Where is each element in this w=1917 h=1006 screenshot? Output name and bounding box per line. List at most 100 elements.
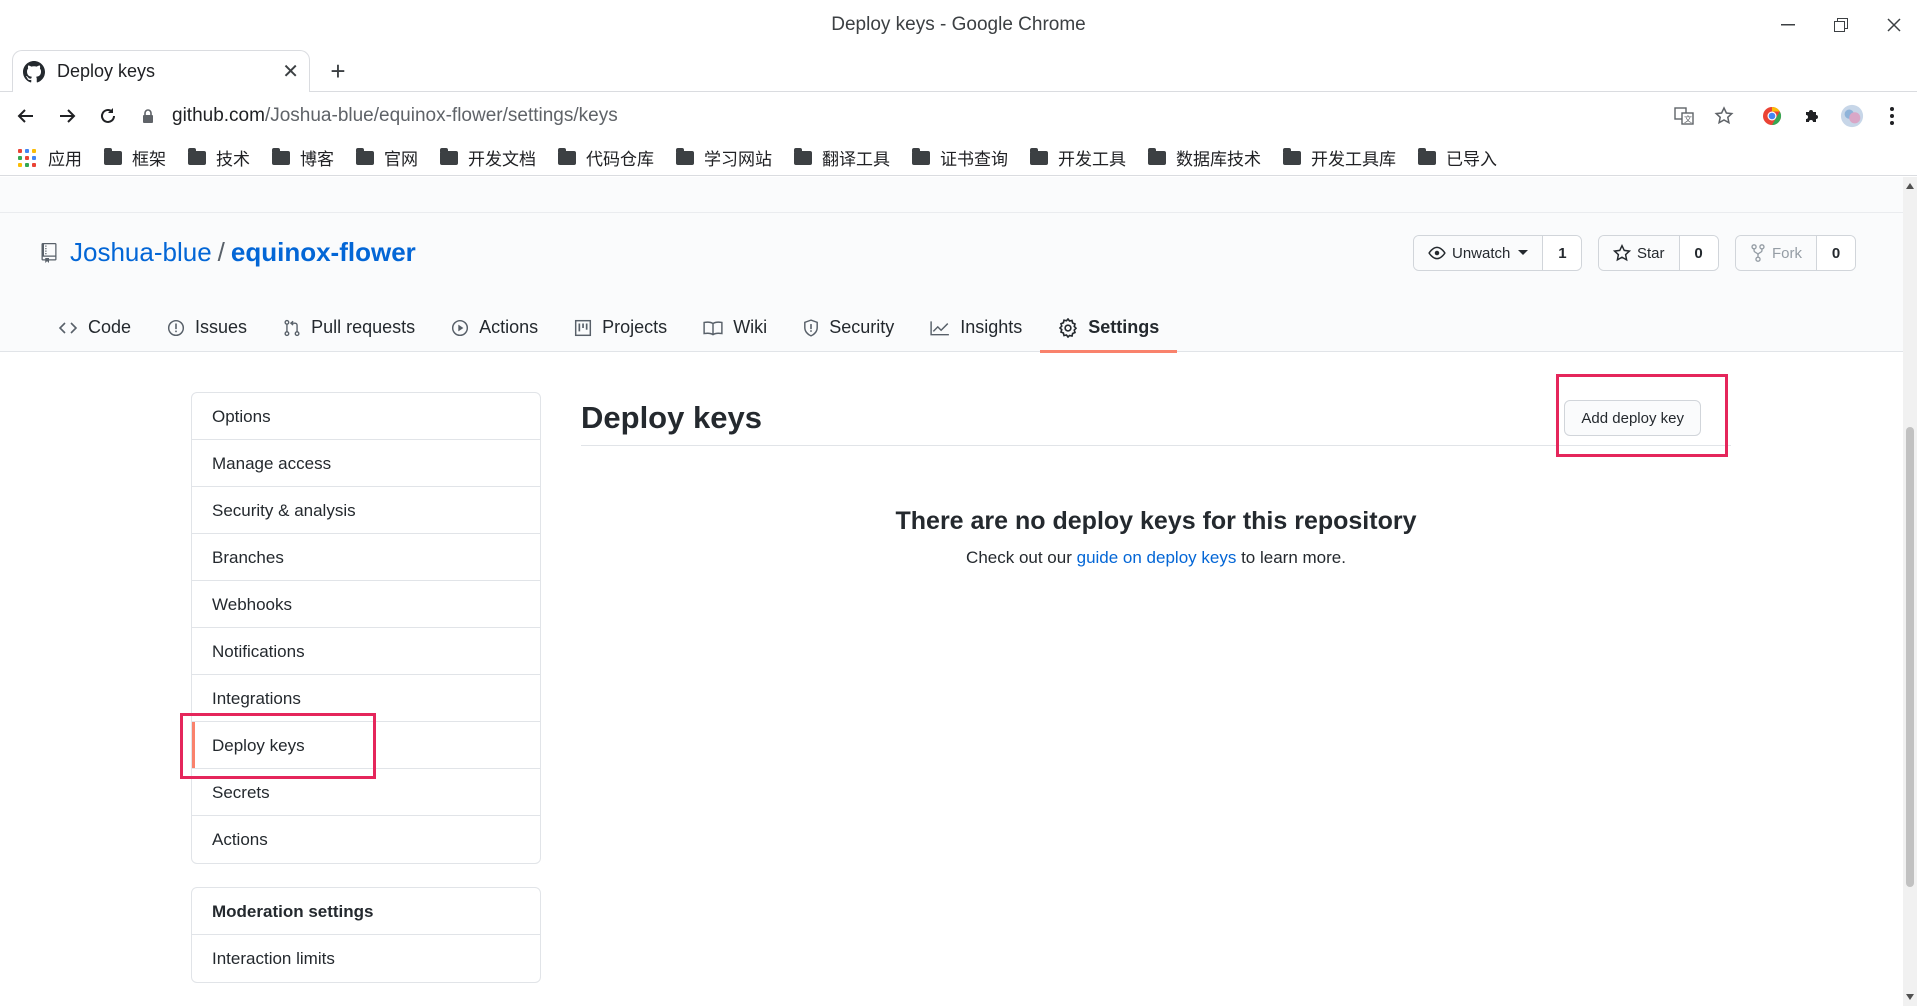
menu-item-options[interactable]: Options [192, 393, 540, 440]
caret-down-icon [1518, 250, 1529, 255]
tab-actions[interactable]: Actions [433, 303, 556, 352]
tab-wiki[interactable]: Wiki [685, 303, 785, 352]
bookmark-folder[interactable]: 代码仓库 [558, 145, 654, 170]
scroll-down-icon[interactable] [1906, 994, 1914, 1000]
url-host: github.com [172, 105, 265, 126]
bookmark-folder[interactable]: 框架 [104, 145, 166, 170]
bookmark-folder[interactable]: 博客 [272, 145, 334, 170]
bookmark-star-icon[interactable] [1712, 104, 1736, 128]
back-button[interactable] [10, 100, 42, 132]
menu-item-manage-access[interactable]: Manage access [192, 440, 540, 487]
empty-state-text: Check out our guide on deploy keys to le… [581, 548, 1731, 568]
tab-projects[interactable]: Projects [556, 303, 685, 352]
issue-icon [167, 319, 185, 336]
menu-item-security-analysis[interactable]: Security & analysis [192, 487, 540, 534]
add-deploy-key-button[interactable]: Add deploy key [1564, 400, 1701, 436]
folder-icon [272, 147, 290, 165]
graph-icon [930, 320, 950, 335]
tab-security-label: Security [829, 317, 895, 337]
bookmark-label: 已导入 [1446, 150, 1497, 169]
repo-title: Joshua-blue / equinox-flower [40, 237, 416, 268]
menu-item-deploy-keys[interactable]: Deploy keys [192, 722, 540, 769]
tab-settings-label: Settings [1088, 317, 1160, 337]
fork-group: Fork 0 [1735, 235, 1856, 271]
repo-name-link[interactable]: equinox-flower [231, 237, 416, 268]
star-count[interactable]: 0 [1679, 236, 1718, 270]
menu-item-webhooks[interactable]: Webhooks [192, 581, 540, 628]
menu-item-interaction-limits[interactable]: Interaction limits [192, 935, 540, 982]
translate-icon[interactable]: 文 [1672, 104, 1696, 128]
watch-count[interactable]: 1 [1543, 236, 1582, 270]
fork-button[interactable]: Fork [1736, 236, 1817, 270]
bookmark-folder[interactable]: 数据库技术 [1148, 145, 1261, 170]
chrome-menu-icon[interactable] [1880, 104, 1904, 128]
bookmark-folder[interactable]: 开发文档 [440, 145, 536, 170]
profile-avatar[interactable] [1840, 104, 1864, 128]
close-window-button[interactable] [1874, 10, 1914, 40]
bookmark-folder[interactable]: 开发工具 [1030, 145, 1126, 170]
menu-item-notifications[interactable]: Notifications [192, 628, 540, 675]
menu-item-branches[interactable]: Branches [192, 534, 540, 581]
bookmark-folder[interactable]: 官网 [356, 145, 418, 170]
address-bar[interactable]: github.com/Joshua-blue/equinox-flower/se… [140, 98, 1660, 134]
repo-separator: / [217, 237, 225, 267]
tab-issues[interactable]: Issues [149, 303, 265, 352]
pull-request-icon [284, 319, 300, 336]
menu-item-secrets[interactable]: Secrets [192, 769, 540, 816]
tab-code[interactable]: Code [40, 303, 149, 352]
repo-icon [41, 242, 57, 263]
lock-icon [143, 109, 153, 123]
star-icon [1613, 244, 1631, 262]
moderation-heading: Moderation settings [192, 888, 540, 935]
new-tab-button[interactable]: + [322, 55, 354, 87]
blankslate: There are no deploy keys for this reposi… [581, 507, 1731, 568]
minimize-button[interactable] [1768, 10, 1808, 40]
page-viewport: Joshua-blue / equinox-flower Unwatch 1 S… [0, 177, 1903, 1006]
folder-icon [440, 147, 458, 165]
url-text: github.com/Joshua-blue/equinox-flower/se… [172, 105, 618, 127]
bookmark-folder[interactable]: 学习网站 [676, 145, 772, 170]
folder-icon [1283, 147, 1301, 165]
tab-pull-requests-label: Pull requests [311, 317, 416, 337]
repo-owner-link[interactable]: Joshua-blue [70, 237, 212, 268]
menu-item-actions[interactable]: Actions [192, 816, 540, 863]
bookmark-folder[interactable]: 已导入 [1418, 145, 1497, 170]
browser-tab[interactable]: Deploy keys ✕ [12, 50, 310, 92]
play-icon [452, 319, 469, 336]
restore-button[interactable] [1821, 10, 1861, 40]
folder-icon [1148, 147, 1166, 165]
bookmark-folder[interactable]: 证书查询 [912, 145, 1008, 170]
bookmark-label: 技术 [216, 150, 250, 169]
deploy-keys-guide-link[interactable]: guide on deploy keys [1077, 548, 1237, 567]
fork-count[interactable]: 0 [1817, 236, 1855, 270]
unwatch-label: Unwatch [1452, 244, 1511, 262]
settings-menu: Options Manage access Security & analysi… [191, 392, 541, 864]
github-icon [23, 60, 45, 82]
bookmark-folder[interactable]: 翻译工具 [794, 145, 890, 170]
bookmark-folder[interactable]: 技术 [188, 145, 250, 170]
empty-state-suffix: to learn more. [1236, 548, 1346, 567]
tab-settings[interactable]: Settings [1040, 303, 1178, 353]
star-button[interactable]: Star [1599, 236, 1680, 270]
tab-close-icon[interactable]: ✕ [282, 59, 299, 84]
url-path: /Joshua-blue/equinox-flower/settings/key… [264, 105, 618, 126]
folder-icon [1030, 147, 1048, 165]
bookmarks-bar: 应用 框架 技术 博客 官网 开发文档 代码仓库 学习网站 翻译工具 证书查询 … [0, 140, 1917, 176]
eye-icon [1428, 246, 1446, 260]
folder-icon [1418, 147, 1436, 165]
reload-button[interactable] [92, 100, 124, 132]
bookmark-folder[interactable]: 开发工具库 [1283, 145, 1396, 170]
tab-insights[interactable]: Insights [912, 303, 1040, 352]
forward-button[interactable] [51, 100, 83, 132]
tab-security[interactable]: Security [785, 303, 912, 352]
extensions-puzzle-icon[interactable] [1800, 104, 1824, 128]
menu-item-integrations[interactable]: Integrations [192, 675, 540, 722]
bookmark-apps[interactable]: 应用 [18, 145, 82, 170]
project-icon [575, 319, 592, 336]
tab-pull-requests[interactable]: Pull requests [265, 303, 433, 352]
page-scrollbar[interactable] [1903, 177, 1917, 1006]
scroll-up-icon[interactable] [1906, 183, 1914, 189]
scrollbar-thumb[interactable] [1906, 427, 1914, 887]
unwatch-button[interactable]: Unwatch [1414, 236, 1544, 270]
extension-chrome-icon[interactable] [1760, 104, 1784, 128]
